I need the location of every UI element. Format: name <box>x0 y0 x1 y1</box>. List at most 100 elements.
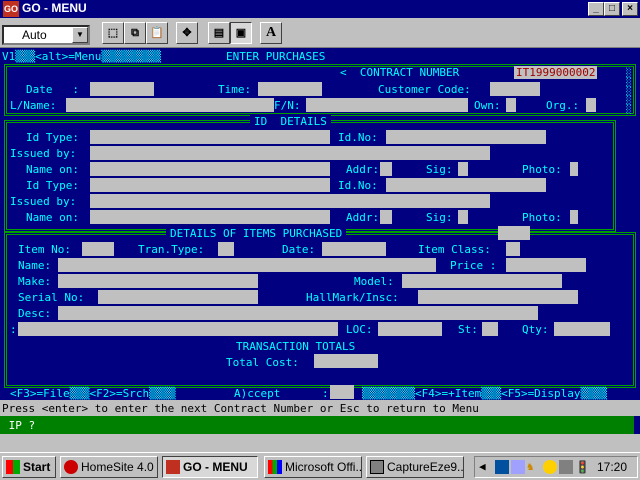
customer-code-label: Customer Code: <box>378 83 471 96</box>
tran-type-label: Tran.Type: <box>138 243 205 256</box>
system-tray: ◀ ♞ 🚦 17:20 <box>474 456 638 478</box>
start-button[interactable]: Start <box>2 456 56 478</box>
name-on-label-1: Name on: <box>26 163 79 176</box>
command-prompt: IP ? <box>2 419 36 432</box>
qty-field[interactable] <box>554 322 610 336</box>
homesite-icon <box>64 460 78 474</box>
items-title: DETAILS OF ITEMS PURCHASED <box>166 227 347 240</box>
item-date-field[interactable] <box>322 242 386 256</box>
minimize-button[interactable]: _ <box>588 2 604 16</box>
properties-icon[interactable]: ▤ <box>208 22 230 44</box>
full-screen-icon[interactable]: ✥ <box>176 22 198 44</box>
task-capture-label: CaptureEze9... <box>387 460 464 474</box>
task-homesite[interactable]: HomeSite 4.0 <box>60 456 158 478</box>
accept-field[interactable] <box>330 385 354 399</box>
id-no-label-1: Id.No: <box>338 131 378 144</box>
copy-icon[interactable]: ⧉ <box>124 22 146 44</box>
sig-field-1[interactable] <box>458 162 468 176</box>
addr-field-1[interactable] <box>380 162 392 176</box>
sig-label-1: Sig: <box>426 163 453 176</box>
id-no-field-2[interactable] <box>386 178 546 192</box>
name-field[interactable] <box>58 258 436 272</box>
photo-label-2: Photo: <box>522 211 562 224</box>
font-button[interactable]: A <box>260 22 282 44</box>
hallmark-field[interactable] <box>418 290 578 304</box>
function-keys-right: ▒▒▒▒▒▒▒▒<F4>=+Item▒▒▒<F5>=Display▒▒▒▒ <box>362 387 608 400</box>
serial-no-field[interactable] <box>98 290 258 304</box>
photo-field-1[interactable] <box>570 162 578 176</box>
st-label: St: <box>458 323 478 336</box>
org-field[interactable] <box>586 98 596 112</box>
date-label: Date : <box>26 83 79 96</box>
desc-field[interactable] <box>58 306 538 320</box>
total-cost-field[interactable] <box>314 354 378 368</box>
addr-field-2[interactable] <box>380 210 392 224</box>
lname-label: L/Name: <box>10 99 57 112</box>
terminal-screen: V1▒▒▒<alt>=Menu▒▒▒▒▒▒▒▒▒ ENTER PURCHASES… <box>0 48 640 434</box>
model-field[interactable] <box>402 274 562 288</box>
document-icon[interactable] <box>559 460 573 474</box>
item-no-field[interactable] <box>82 242 114 256</box>
contract-number-field[interactable]: IT1999000002 <box>514 66 598 79</box>
app-icon[interactable]: GO <box>3 1 19 17</box>
st-field[interactable] <box>482 322 498 336</box>
task-captureeze[interactable]: CaptureEze9... <box>366 456 464 478</box>
issued-by-label-1: Issued by: <box>10 147 77 160</box>
maximize-button[interactable]: □ <box>604 2 620 16</box>
network-icon[interactable] <box>495 460 509 474</box>
issued-by-field-1[interactable] <box>90 146 490 160</box>
close-button[interactable]: × <box>622 2 638 16</box>
command-line[interactable]: IP ? <box>0 416 634 434</box>
sig-field-2[interactable] <box>458 210 468 224</box>
screen-title: ENTER PURCHASES <box>226 50 326 63</box>
shield-icon[interactable] <box>511 460 525 474</box>
customer-code-field[interactable] <box>490 82 540 96</box>
status-message: Press <enter> to enter the next Contract… <box>2 402 479 415</box>
name-on-field-1[interactable] <box>90 162 330 176</box>
name-on-field-2[interactable] <box>90 210 330 224</box>
desc-label: Desc: <box>18 307 52 320</box>
font-size-combo[interactable]: Auto ▼ <box>2 25 90 45</box>
status-line: Press <enter> to enter the next Contract… <box>0 400 640 416</box>
issued-by-field-2[interactable] <box>90 194 490 208</box>
items-field-top[interactable] <box>498 226 530 240</box>
office-icon <box>268 460 282 474</box>
id-type-field-1[interactable] <box>90 130 330 144</box>
speaker-icon[interactable]: ◀ <box>479 460 493 474</box>
clock[interactable]: 17:20 <box>597 461 627 474</box>
name-label: Name: <box>18 259 52 272</box>
lname-field[interactable] <box>66 98 274 112</box>
photo-label-1: Photo: <box>522 163 562 176</box>
make-field[interactable] <box>58 274 258 288</box>
fn-field[interactable] <box>306 98 468 112</box>
own-field[interactable] <box>506 98 516 112</box>
globe-icon[interactable] <box>543 460 557 474</box>
item-class-field[interactable] <box>506 242 520 256</box>
runner-icon[interactable]: ♞ <box>527 460 541 474</box>
chevron-down-icon[interactable]: ▼ <box>72 27 88 43</box>
time-field[interactable] <box>258 82 322 96</box>
loc-field[interactable] <box>378 322 442 336</box>
photo-field-2[interactable] <box>570 210 578 224</box>
traffic-light-icon[interactable]: 🚦 <box>575 460 590 474</box>
mark-icon[interactable]: ⬚ <box>102 22 124 44</box>
background-icon[interactable]: ▣ <box>230 22 252 44</box>
paste-icon[interactable]: 📋 <box>146 22 168 44</box>
price-field[interactable] <box>506 258 586 272</box>
desc-continuation-field[interactable] <box>18 322 338 336</box>
id-type-field-2[interactable] <box>90 178 330 192</box>
tran-type-field[interactable] <box>218 242 234 256</box>
font-size-value: Auto <box>22 28 47 42</box>
task-go-menu[interactable]: GO - MENU <box>162 456 258 478</box>
loc-label: LOC: <box>346 323 373 336</box>
accept-label: A)ccept <box>234 387 281 400</box>
date-field[interactable] <box>90 82 154 96</box>
windows-logo-icon <box>6 460 20 474</box>
id-no-field-1[interactable] <box>386 130 546 144</box>
task-office-label: Microsoft Offi... <box>285 460 362 474</box>
item-class-label: Item Class: <box>418 243 491 256</box>
own-label: Own: <box>474 99 501 112</box>
total-cost-label: Total Cost: <box>226 356 299 369</box>
start-label: Start <box>23 460 51 474</box>
task-microsoft-office[interactable]: Microsoft Offi... <box>264 456 362 478</box>
